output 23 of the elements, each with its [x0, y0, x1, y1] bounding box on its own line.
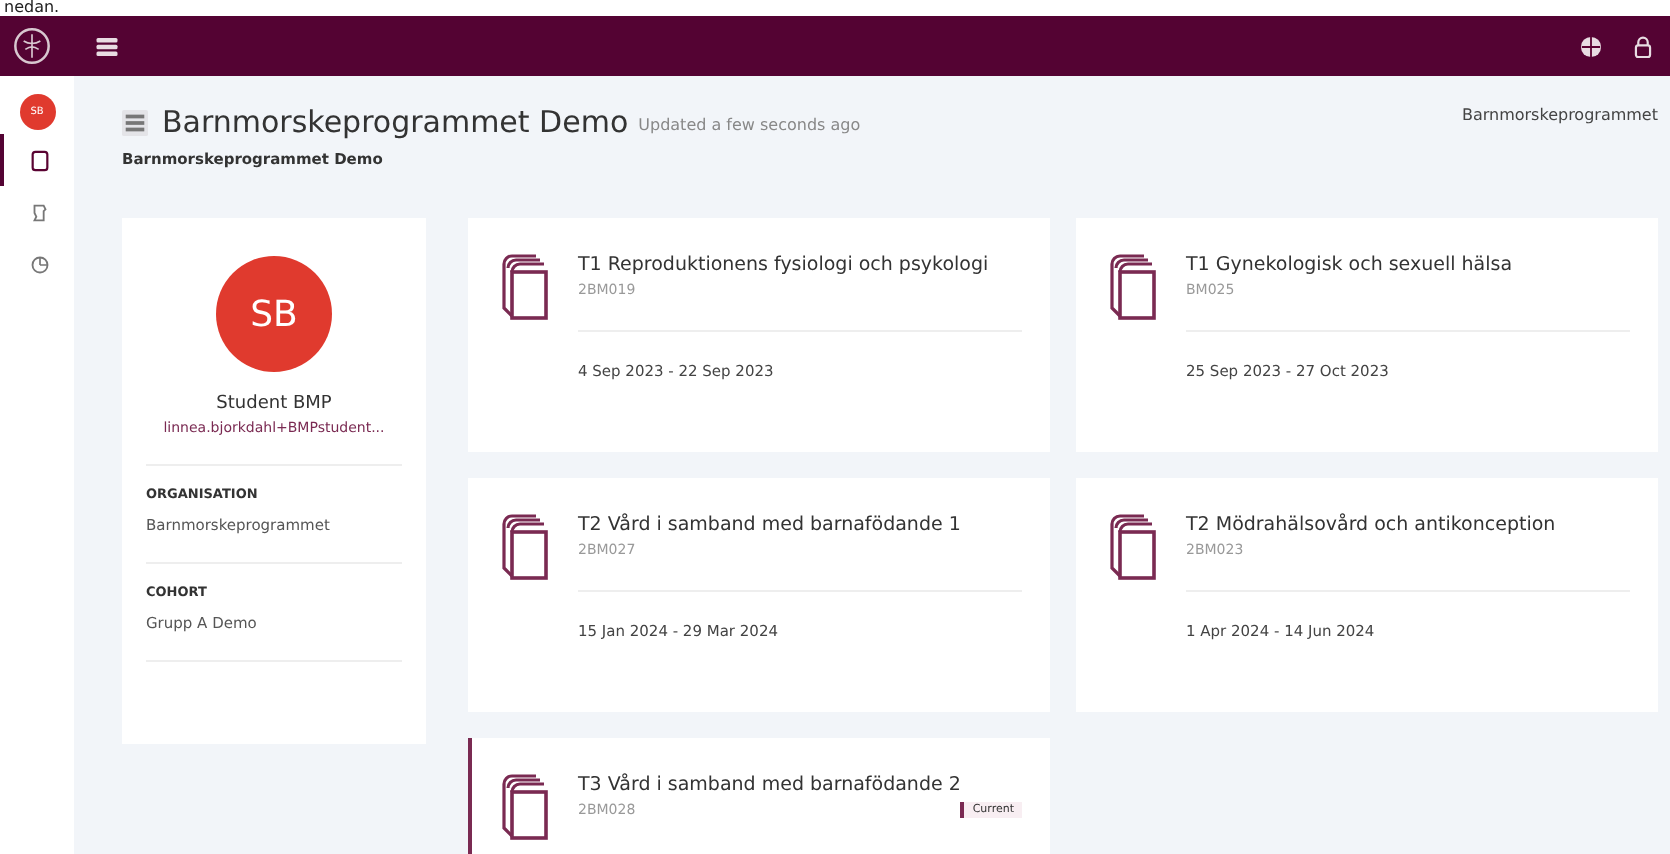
list-icon: [122, 109, 148, 135]
course-title: T1 Reproduktionens fysiologi och psykologi: [578, 254, 991, 276]
student-name: Student BMP: [216, 394, 332, 414]
books-icon: [502, 514, 554, 582]
course-title: T3 Vård i samband med barnafödande 2: [578, 774, 963, 796]
course-title: T2 Mödrahälsovård och antikonception: [1186, 514, 1558, 536]
updated-text: Updated a few seconds ago: [638, 116, 861, 134]
pie-chart-icon: [29, 253, 49, 275]
globe-icon[interactable]: [1580, 35, 1602, 57]
books-icon: [1110, 254, 1162, 322]
profile-avatar: SB: [216, 256, 332, 372]
books-icon: [1110, 514, 1162, 582]
organisation-link[interactable]: Barnmorskeprogrammet: [1461, 106, 1658, 124]
page-title: Barnmorskeprogrammet Demo: [162, 104, 629, 140]
menu-icon[interactable]: [96, 37, 118, 55]
course-title: T1 Gynekologisk och sexuell hälsa: [1186, 254, 1515, 276]
logo-icon[interactable]: [12, 26, 52, 66]
lock-icon[interactable]: [1632, 35, 1654, 57]
cut-text: nedan.: [4, 0, 60, 16]
books-icon: [502, 254, 554, 322]
course-title: T2 Vård i samband med barnafödande 1: [578, 514, 963, 536]
page-icon: [29, 149, 49, 171]
books-icon: [502, 774, 554, 842]
